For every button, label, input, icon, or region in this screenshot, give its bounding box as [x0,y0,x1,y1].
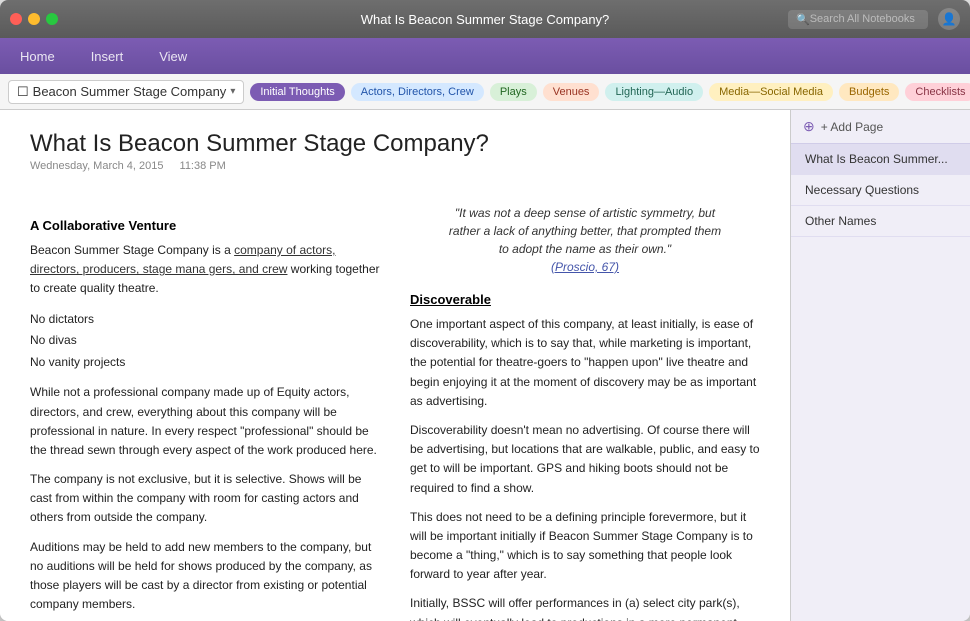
nav-bar: Home Insert View [0,38,970,74]
tab-checklists[interactable]: Checklists [905,83,970,101]
collab-heading: A Collaborative Venture [30,218,380,233]
page-time: 11:38 PM [180,160,226,172]
notebook-name: Beacon Summer Stage Company [33,84,227,99]
notebook-bar: ☐ Beacon Summer Stage Company ▾ Initial … [0,74,970,110]
collab-body4: The company is not exclusive, but it is … [30,470,380,528]
discoverable-heading: Discoverable [410,292,760,307]
main-area: What Is Beacon Summer Stage Company? Wed… [0,110,970,621]
right-column: "It was not a deep sense of artistic sym… [410,204,760,621]
title-bar: What Is Beacon Summer Stage Company? 🔍 S… [0,0,970,38]
nav-insert[interactable]: Insert [83,45,132,68]
content-area: What Is Beacon Summer Stage Company? Wed… [0,110,790,621]
add-page-icon: ⊕ [803,118,815,135]
notebook-checkbox: ☐ [17,84,29,100]
add-page-label: + Add Page [821,120,883,134]
disc-body1: One important aspect of this company, at… [410,315,760,411]
search-icon: 🔍 [796,13,810,26]
sidebar-item-0[interactable]: What Is Beacon Summer... [791,144,970,175]
tab-budgets[interactable]: Budgets [839,83,899,101]
nav-home[interactable]: Home [12,45,63,68]
tab-initial-thoughts[interactable]: Initial Thoughts [250,83,344,101]
window-title: What Is Beacon Summer Stage Company? [361,12,610,27]
search-box[interactable]: 🔍 Search All Notebooks [788,10,928,29]
left-column: A Collaborative Venture Beacon Summer St… [30,204,380,621]
disc-body2: Discoverability doesn't mean no advertis… [410,421,760,498]
tab-actors[interactable]: Actors, Directors, Crew [351,83,484,101]
tab-venues[interactable]: Venues [543,83,600,101]
close-button[interactable] [10,13,22,25]
tab-plays[interactable]: Plays [490,83,537,101]
sidebar-item-2[interactable]: Other Names [791,206,970,237]
collab-body5: Auditions may be held to add new members… [30,538,380,615]
collab-body3: While not a professional company made up… [30,383,380,460]
tab-media[interactable]: Media—Social Media [709,83,833,101]
title-bar-right: 🔍 Search All Notebooks 👤 [788,8,960,30]
page-title: What Is Beacon Summer Stage Company? [30,130,760,158]
two-column-layout: A Collaborative Venture Beacon Summer St… [30,204,760,621]
quote-text: "It was not a deep sense of artistic sym… [445,204,725,276]
search-placeholder: Search All Notebooks [810,13,915,25]
sidebar-item-1[interactable]: Necessary Questions [791,175,970,206]
app-window: What Is Beacon Summer Stage Company? 🔍 S… [0,0,970,621]
window-controls [10,13,58,25]
collab-body1: Beacon Summer Stage Company is a company… [30,241,380,299]
notebook-title[interactable]: ☐ Beacon Summer Stage Company ▾ [8,80,244,104]
quote-cite[interactable]: (Proscio, 67) [551,260,619,274]
page-date: Wednesday, March 4, 2015 [30,160,164,172]
user-icon[interactable]: 👤 [938,8,960,30]
maximize-button[interactable] [46,13,58,25]
nav-view[interactable]: View [151,45,195,68]
add-page-button[interactable]: ⊕ + Add Page [791,110,970,144]
notebook-caret: ▾ [230,86,235,97]
disc-body4: Initially, BSSC will offer performances … [410,594,760,621]
minimize-button[interactable] [28,13,40,25]
collab-bullets: No dictatorsNo divasNo vanity projects [30,309,380,374]
tab-lighting[interactable]: Lighting—Audio [605,83,703,101]
sidebar: ⊕ + Add Page What Is Beacon Summer... Ne… [790,110,970,621]
disc-body3: This does not need to be a defining prin… [410,508,760,585]
